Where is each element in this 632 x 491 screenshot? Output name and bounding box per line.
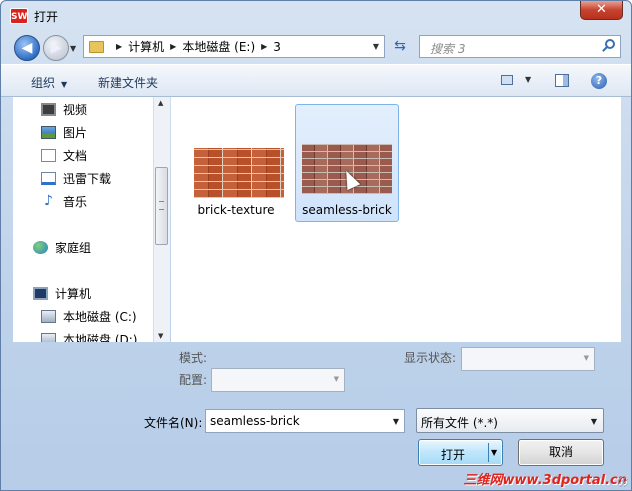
search-input[interactable]: 搜索 3 xyxy=(430,40,465,57)
search-box[interactable]: 搜索 3 xyxy=(419,35,621,58)
cancel-button[interactable]: 取消 xyxy=(518,439,604,466)
sidebar-item-homegroup[interactable]: 家庭组 xyxy=(33,237,91,257)
file-name: brick-texture xyxy=(197,203,275,217)
new-folder-button[interactable]: 新建文件夹 xyxy=(98,74,158,91)
search-icon[interactable] xyxy=(605,39,615,49)
close-button[interactable]: ✕ xyxy=(580,1,623,20)
download-icon xyxy=(41,171,56,185)
view-dropdown-icon[interactable]: ▼ xyxy=(525,75,531,84)
navigation-bar: ◀ ▶ ▼ ▶ 计算机 ▶ 本地磁盘 (E:) ▶ 3 ▼ ⇆ 搜索 3 xyxy=(1,31,631,63)
file-type-value: 所有文件 (*.*) xyxy=(421,416,498,430)
command-toolbar: 组织 ▼ 新建文件夹 ▼ ? xyxy=(1,64,631,97)
scrollbar-thumb[interactable] xyxy=(155,167,168,245)
breadcrumb-drive-e[interactable]: 本地磁盘 (E:) xyxy=(182,38,255,55)
display-state-select[interactable]: ▼ xyxy=(461,347,595,371)
drive-icon xyxy=(41,309,56,323)
back-button[interactable]: ◀ xyxy=(14,35,40,61)
sidebar-item-label: 本地磁盘 (D:) xyxy=(63,332,138,343)
sidebar-item-label: 视频 xyxy=(63,102,88,117)
sidebar-item-computer[interactable]: 计算机 xyxy=(33,283,91,303)
file-list: brick-texture seamless-brick xyxy=(171,97,621,342)
preview-pane-icon[interactable] xyxy=(555,74,569,87)
resize-grip-icon[interactable] xyxy=(618,477,628,487)
scroll-down-arrow-icon[interactable]: ▼ xyxy=(158,332,163,340)
thumbnail-image xyxy=(194,148,284,198)
solidworks-app-icon: SW xyxy=(10,8,28,24)
address-bar[interactable]: ▶ 计算机 ▶ 本地磁盘 (E:) ▶ 3 ▼ xyxy=(83,35,385,58)
dialog-title: 打开 xyxy=(34,10,59,24)
folder-icon xyxy=(89,40,104,53)
picture-icon xyxy=(41,125,56,139)
sidebar-item-label: 本地磁盘 (C:) xyxy=(63,309,137,324)
open-button[interactable]: 打开 ▼ xyxy=(418,439,503,466)
sidebar-item-drive-d[interactable]: 本地磁盘 (D:) xyxy=(41,329,137,342)
chevron-down-icon: ▼ xyxy=(333,375,339,383)
music-icon: ♪ xyxy=(44,192,53,209)
title-bar: SW 打开 ✕ xyxy=(1,1,631,31)
sidebar-item-drive-c[interactable]: 本地磁盘 (C:) xyxy=(41,306,137,326)
filename-field[interactable]: seamless-brick ▼ xyxy=(205,409,405,433)
chevron-right-icon[interactable]: ▶ xyxy=(261,42,267,51)
refresh-button[interactable]: ⇆ xyxy=(389,35,411,58)
file-item-brick-texture[interactable]: brick-texture xyxy=(184,124,288,242)
sidebar-item-label: 图片 xyxy=(63,125,88,140)
sidebar-item-label: 文档 xyxy=(63,148,88,163)
help-icon[interactable]: ? xyxy=(591,73,607,89)
sidebar-item-videos[interactable]: 视频 xyxy=(41,99,87,119)
chevron-right-icon[interactable]: ▶ xyxy=(170,42,176,51)
config-label: 配置: xyxy=(179,373,208,387)
sidebar-item-documents[interactable]: 文档 xyxy=(41,145,87,165)
video-icon xyxy=(41,102,56,116)
chevron-down-icon: ▼ xyxy=(583,354,589,362)
filename-value[interactable]: seamless-brick xyxy=(210,414,300,428)
breadcrumb-folder-3[interactable]: 3 xyxy=(273,40,281,54)
file-item-seamless-brick[interactable]: seamless-brick xyxy=(295,104,399,222)
mode-label: 模式: xyxy=(179,351,208,365)
sidebar-item-thunder-downloads[interactable]: 迅雷下载 xyxy=(41,168,111,188)
open-file-dialog: SW 打开 ✕ ◀ ▶ ▼ ▶ 计算机 ▶ 本地磁盘 (E:) ▶ 3 ▼ ⇆ … xyxy=(0,0,632,491)
drive-icon xyxy=(41,332,56,342)
chevron-down-icon: ▼ xyxy=(61,80,68,89)
sidebar-item-music[interactable]: ♪ 音乐 xyxy=(41,191,87,211)
grip-icon xyxy=(159,201,164,210)
config-select[interactable]: ▼ xyxy=(211,368,345,392)
computer-icon xyxy=(33,286,48,300)
sidebar-item-label: 迅雷下载 xyxy=(63,171,112,186)
file-name: seamless-brick xyxy=(302,203,392,217)
split-divider xyxy=(488,443,489,462)
sidebar-item-pictures[interactable]: 图片 xyxy=(41,122,87,142)
navigation-scrollbar[interactable]: ▲ ▼ xyxy=(153,97,170,342)
watermark-text: 三维网www.3dportal.cn xyxy=(463,473,627,488)
sidebar-item-label: 家庭组 xyxy=(55,240,92,255)
navigation-pane: 视频 图片 文档 迅雷下载 ♪ 音乐 家庭组 计算机 本地磁盘 (C:) 本地磁盘… xyxy=(13,97,167,342)
document-icon xyxy=(41,148,56,162)
organize-button[interactable]: 组织 ▼ xyxy=(31,74,67,91)
history-dropdown-icon[interactable]: ▼ xyxy=(70,44,76,53)
change-view-icon[interactable] xyxy=(501,75,513,85)
open-button-label: 打开 xyxy=(440,448,465,462)
forward-button[interactable]: ▶ xyxy=(43,35,69,61)
sidebar-item-label: 计算机 xyxy=(55,286,92,301)
chevron-down-icon: ▼ xyxy=(590,417,597,426)
chevron-down-icon[interactable]: ▼ xyxy=(393,417,399,426)
homegroup-icon xyxy=(33,240,48,254)
sidebar-item-label: 音乐 xyxy=(63,194,88,209)
address-dropdown-icon[interactable]: ▼ xyxy=(373,42,379,51)
organize-label: 组织 xyxy=(31,76,56,90)
chevron-right-icon[interactable]: ▶ xyxy=(116,42,122,51)
scroll-up-arrow-icon[interactable]: ▲ xyxy=(158,99,163,107)
file-type-select[interactable]: 所有文件 (*.*) ▼ xyxy=(416,408,604,433)
filename-label: 文件名(N): xyxy=(144,416,203,430)
display-state-label: 显示状态: xyxy=(404,351,457,365)
breadcrumb-computer[interactable]: 计算机 xyxy=(128,38,164,55)
open-options-dropdown-icon[interactable]: ▼ xyxy=(491,448,497,457)
